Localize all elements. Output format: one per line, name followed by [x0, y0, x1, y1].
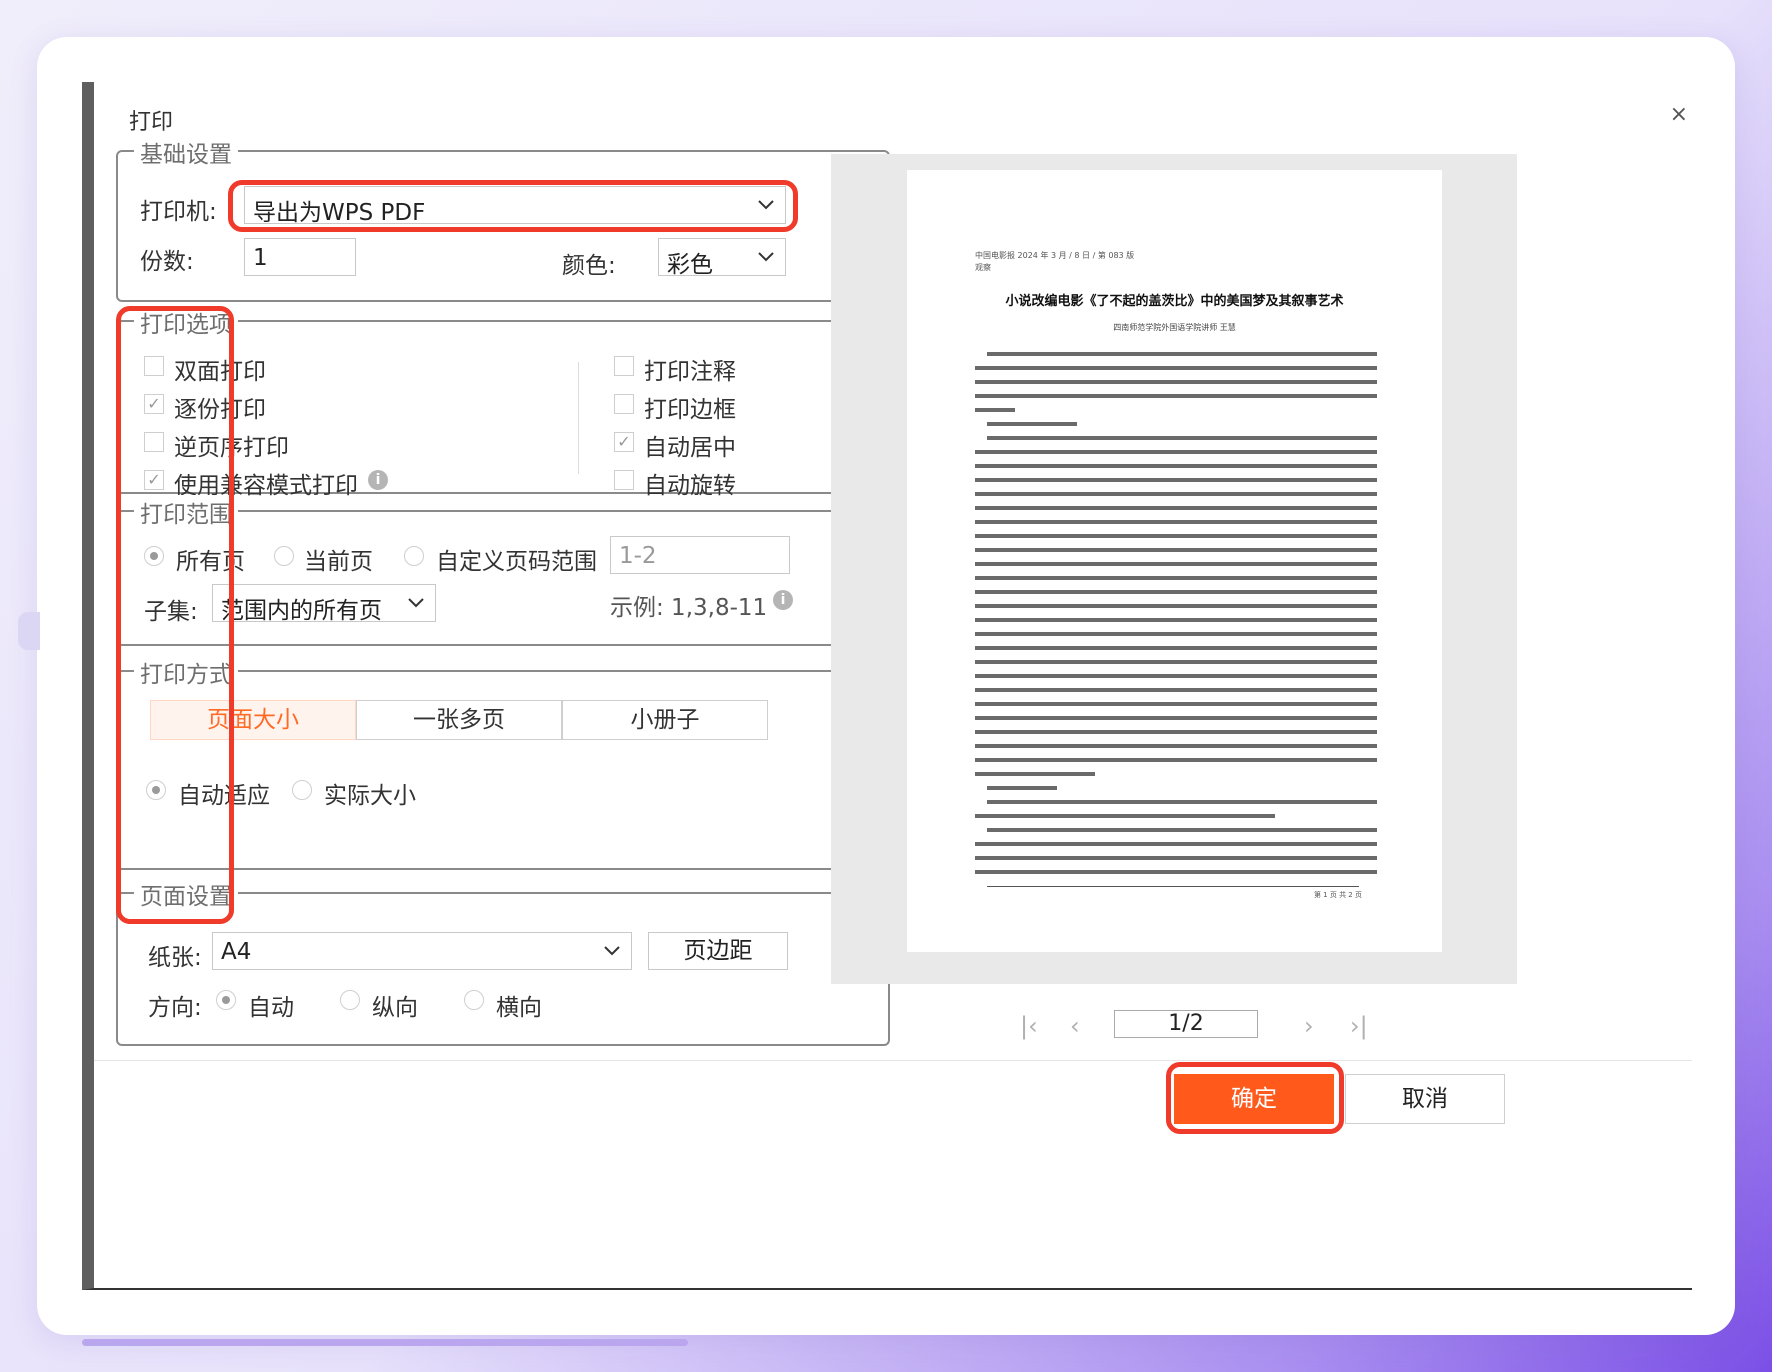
- copies-value: 1: [253, 245, 268, 271]
- next-page-icon[interactable]: ›: [1304, 1012, 1314, 1040]
- current-page-label: 当前页: [304, 549, 373, 575]
- basic-settings-group: 基础设置 打印机: 导出为WPS PDF 份数: 1 颜色: 彩色: [116, 135, 890, 302]
- custom-range-placeholder: 1-2: [619, 543, 657, 569]
- first-page-icon[interactable]: |‹: [1020, 1012, 1038, 1040]
- cancel-button[interactable]: 取消: [1345, 1074, 1505, 1124]
- orient-landscape-label: 横向: [496, 995, 542, 1021]
- subset-label: 子集:: [144, 599, 198, 625]
- custom-range-label: 自定义页码范围: [436, 549, 597, 575]
- copies-label: 份数:: [140, 249, 194, 275]
- divider: [578, 362, 579, 474]
- subset-value: 范围内的所有页: [221, 598, 382, 624]
- page-setup-legend: 页面设置: [134, 877, 238, 911]
- doc-body-text: [975, 352, 1377, 874]
- color-label: 颜色:: [562, 253, 616, 279]
- actual-size-radio[interactable]: [292, 780, 312, 800]
- tab-booklet[interactable]: 小册子: [562, 700, 768, 740]
- reverse-checkbox[interactable]: [144, 432, 164, 452]
- chevron-down-icon: [604, 946, 620, 956]
- print-options-legend: 打印选项: [134, 305, 238, 339]
- printer-label: 打印机:: [140, 199, 217, 225]
- print-method-group: 打印方式 页面大小 一张多页 小册子 自动适应 实际大小: [116, 655, 890, 870]
- copies-input[interactable]: 1: [244, 238, 356, 276]
- print-method-legend: 打印方式: [134, 655, 238, 689]
- print-range-legend: 打印范围: [134, 495, 238, 529]
- printer-value: 导出为WPS PDF: [253, 200, 426, 226]
- dialog-title: 打印: [129, 110, 174, 135]
- subset-select[interactable]: 范围内的所有页: [212, 584, 436, 624]
- chevron-down-icon: [758, 252, 774, 262]
- tab-multi-page[interactable]: 一张多页: [356, 700, 562, 740]
- orient-auto-label: 自动: [248, 995, 294, 1021]
- chevron-down-icon: [408, 598, 424, 608]
- margin-button[interactable]: 页边距: [648, 932, 788, 970]
- custom-range-radio[interactable]: [404, 546, 424, 566]
- chevron-down-icon: [758, 200, 774, 210]
- printer-select[interactable]: 导出为WPS PDF: [244, 186, 786, 226]
- orient-auto-radio[interactable]: [216, 990, 236, 1010]
- annot-label: 打印注释: [644, 359, 736, 385]
- range-example: 示例: 1,3,8-11: [610, 595, 768, 621]
- tab-page-size[interactable]: 页面大小: [150, 700, 356, 740]
- doc-footer: 第 1 页 共 2 页: [1313, 891, 1362, 899]
- horizontal-scrollbar[interactable]: [82, 1339, 688, 1346]
- border-label: 打印边框: [644, 397, 736, 423]
- prev-page-icon[interactable]: ‹: [1070, 1012, 1080, 1040]
- doc-footer-line: [987, 886, 1359, 887]
- orientation-label: 方向:: [148, 995, 202, 1021]
- print-options-group: 打印选项 双面打印 ✓ 逐份打印 逆页序打印 ✓ 使用兼容模式打印 i 打印注释…: [116, 305, 890, 499]
- collate-checkbox[interactable]: ✓: [144, 394, 164, 414]
- custom-range-input[interactable]: 1-2: [610, 536, 790, 574]
- current-page-radio[interactable]: [274, 546, 294, 566]
- ok-button[interactable]: 确定: [1174, 1074, 1334, 1124]
- color-select[interactable]: 彩色: [658, 238, 786, 278]
- duplex-label: 双面打印: [174, 359, 266, 385]
- print-range-group: 打印范围 所有页 当前页 自定义页码范围 1-2 子集: 范围内的所有页 示例:…: [116, 495, 890, 646]
- side-tab[interactable]: [18, 612, 40, 650]
- paper-select[interactable]: A4: [212, 932, 632, 970]
- actual-size-label: 实际大小: [324, 783, 416, 809]
- basic-settings-legend: 基础设置: [134, 135, 238, 169]
- border-checkbox[interactable]: [614, 394, 634, 414]
- reverse-label: 逆页序打印: [174, 435, 289, 461]
- close-icon[interactable]: ×: [1670, 102, 1688, 127]
- orient-landscape-radio[interactable]: [464, 990, 484, 1010]
- center-checkbox[interactable]: ✓: [614, 432, 634, 452]
- info-icon[interactable]: i: [773, 590, 793, 610]
- compat-checkbox[interactable]: ✓: [144, 470, 164, 490]
- paper-label: 纸张:: [148, 945, 202, 971]
- info-icon[interactable]: i: [368, 470, 388, 490]
- paper-value: A4: [221, 939, 252, 965]
- fit-radio[interactable]: [146, 780, 166, 800]
- preview-page: 中国电影报 2024 年 3 月 / 8 日 / 第 083 版 观察 小说改编…: [907, 170, 1442, 952]
- collate-label: 逐份打印: [174, 397, 266, 423]
- page-indicator[interactable]: 1/2: [1114, 1010, 1258, 1038]
- print-dialog: 打印 × 基础设置 打印机: 导出为WPS PDF 份数: 1 颜色: 彩色 打…: [82, 82, 1692, 1290]
- page-setup-group: 页面设置 纸张: A4 页边距 方向: 自动 纵向 横向: [116, 877, 890, 1046]
- footer-divider: [94, 1060, 1692, 1061]
- all-pages-label: 所有页: [176, 549, 245, 575]
- center-label: 自动居中: [644, 435, 736, 461]
- duplex-checkbox[interactable]: [144, 356, 164, 376]
- annot-checkbox[interactable]: [614, 356, 634, 376]
- rotate-checkbox[interactable]: [614, 470, 634, 490]
- last-page-icon[interactable]: ›|: [1350, 1012, 1368, 1040]
- fit-label: 自动适应: [178, 783, 270, 809]
- color-value: 彩色: [667, 252, 713, 278]
- all-pages-radio[interactable]: [144, 546, 164, 566]
- preview-area: 中国电影报 2024 年 3 月 / 8 日 / 第 083 版 观察 小说改编…: [831, 154, 1517, 984]
- orient-portrait-label: 纵向: [372, 995, 418, 1021]
- rotate-label: 自动旋转: [644, 473, 736, 499]
- orient-portrait-radio[interactable]: [340, 990, 360, 1010]
